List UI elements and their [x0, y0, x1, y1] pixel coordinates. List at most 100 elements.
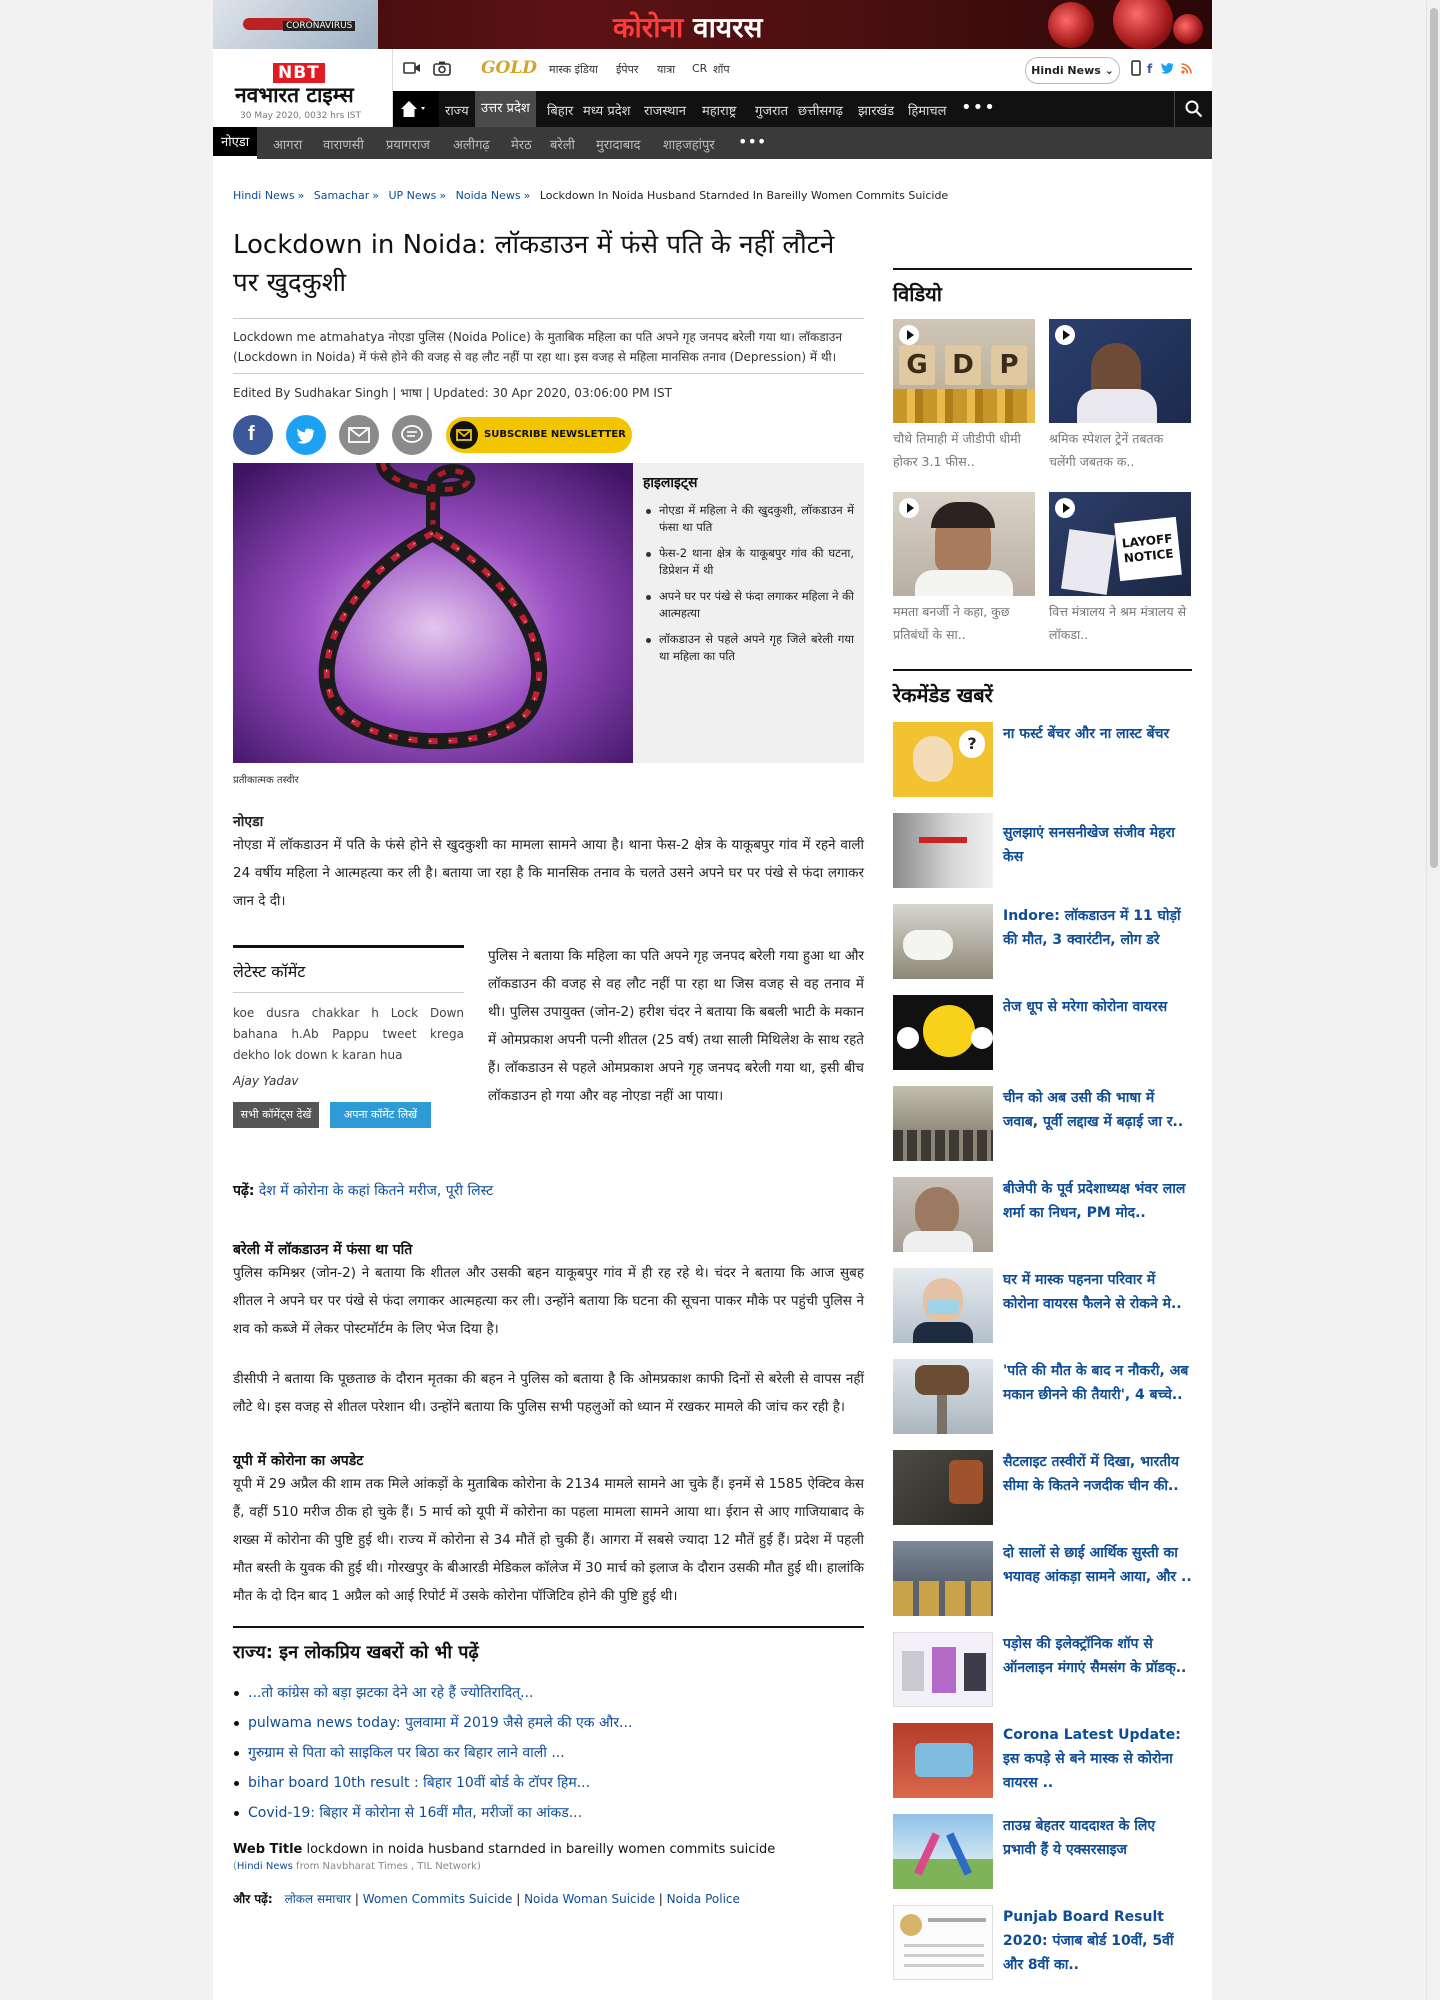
read-also-link[interactable]: देश में कोरोना के कहां कितने मरीज, पूरी …	[259, 1183, 493, 1199]
recommended-section-title: रेकमेंडेड खबरें	[893, 669, 1192, 708]
popular-news-link[interactable]: Covid-19: बिहार में कोरोना से 16वीं मौत,…	[248, 1805, 582, 1821]
video-card[interactable]: ममता बनर्जी ने कहा, कुछ प्रतिबंधों के सा…	[893, 492, 1035, 646]
recommended-item[interactable]: घर में मास्क पहनना परिवार में कोरोना वाय…	[893, 1268, 1192, 1359]
banner-title-white: वायरस	[693, 11, 763, 44]
nav-item-rajya[interactable]: राज्य	[445, 101, 469, 119]
language-dropdown[interactable]: Hindi News ⌄	[1025, 57, 1120, 84]
recommended-item[interactable]: चीन को अब उसी की भाषा में जवाब, पूर्वी ल…	[893, 1086, 1192, 1177]
top-link-yatra[interactable]: यात्रा	[657, 62, 675, 77]
twitter-share-button[interactable]	[286, 415, 326, 455]
virus-graphic	[1173, 14, 1203, 44]
video-card[interactable]: LAYOFF NOTICE वित्त मंत्रालय ने श्रम मंत…	[1049, 492, 1191, 646]
nav-item-uttar-pradesh[interactable]: उत्तर प्रदेश	[475, 91, 536, 127]
cartoon-face	[913, 736, 953, 782]
nav-item-gujarat[interactable]: गुजरात	[755, 101, 788, 119]
recommended-item[interactable]: Indore: लॉकडाउन में 11 घोड़ों की मौत, 3 …	[893, 904, 1192, 995]
subnav-item-moradabad[interactable]: मुरादाबाद	[596, 135, 640, 153]
popular-news-link[interactable]: pulwama news today: पुलवामा में 2019 जैस…	[248, 1715, 632, 1731]
nav-item-bihar[interactable]: बिहार	[547, 101, 573, 119]
recommended-item[interactable]: बीजेपी के पूर्व प्रदेशाध्यक्ष भंवर लाल श…	[893, 1177, 1192, 1268]
gdp-block: G	[899, 345, 935, 385]
email-share-button[interactable]	[339, 415, 379, 455]
gdp-block: P	[991, 345, 1027, 385]
subnav-item-shahjahanpur[interactable]: शाहजहांपुर	[663, 135, 715, 153]
rss-icon[interactable]	[1181, 63, 1192, 77]
top-link-cr[interactable]: CR	[692, 62, 707, 75]
search-button[interactable]	[1174, 91, 1212, 127]
article-hero-image[interactable]	[233, 463, 633, 763]
recommended-item[interactable]: सुलझाएं सनसनीखेज संजीव मेहरा केस	[893, 813, 1192, 904]
write-comment-button[interactable]: अपना कॉमेंट लिखें	[330, 1102, 431, 1128]
glove-left	[897, 1027, 919, 1049]
breadcrumb-link[interactable]: Samachar	[314, 189, 369, 202]
breadcrumb-link[interactable]: Noida News	[456, 189, 521, 202]
facebook-share-button[interactable]: f	[233, 415, 273, 455]
mobile-icon[interactable]	[1131, 60, 1141, 76]
view-all-comments-button[interactable]: सभी कॉमेंट्स देखें	[233, 1102, 319, 1128]
popular-news-link[interactable]: ...तो कांग्रेस को बड़ा झटका देने आ रहे ह…	[248, 1685, 533, 1701]
breadcrumb-link[interactable]: Hindi News	[233, 189, 295, 202]
recommended-item[interactable]: ? ना फर्स्ट बेंचर और ना लास्ट बेंचर	[893, 722, 1192, 813]
recommended-item[interactable]: सैटलाइट तस्वीरों में दिखा, भारतीय सीमा क…	[893, 1450, 1192, 1541]
recommended-item[interactable]: 'पति की मौत के बाद न नौकरी, अब मकान छीनन…	[893, 1359, 1192, 1450]
twitter-icon[interactable]	[1161, 62, 1174, 77]
facebook-icon[interactable]: f	[1147, 62, 1152, 76]
coins-graphic	[893, 389, 1035, 423]
video-icon[interactable]	[403, 60, 421, 76]
recommended-item[interactable]: पड़ोस की इलेक्ट्रॉनिक शॉप से ऑनलाइन मंगा…	[893, 1632, 1192, 1723]
tag-link[interactable]: Noida Woman Suicide	[524, 1892, 655, 1906]
subnav-more-button[interactable]: •••	[738, 132, 766, 151]
video-card[interactable]: श्रमिक स्पेशल ट्रेनें तबतक चलेंगी जबतक क…	[1049, 319, 1191, 473]
popular-news-link[interactable]: bihar board 10th result : बिहार 10वीं बो…	[248, 1775, 590, 1791]
top-link-epaper[interactable]: ईपेपर	[616, 62, 638, 77]
nav-item-chhattisgarh[interactable]: छत्तीसगढ़	[798, 101, 843, 119]
subnav-item-agra[interactable]: आगरा	[273, 135, 302, 153]
nav-item-himachal[interactable]: हिमाचल	[908, 101, 946, 119]
tag-link[interactable]: Noida Police	[667, 1892, 740, 1906]
subnav-item-varanasi[interactable]: वाराणसी	[323, 135, 364, 153]
nav-more-button[interactable]: •••	[961, 97, 996, 118]
top-link-shop[interactable]: शॉप	[713, 62, 730, 77]
top-link-mask-india[interactable]: मास्क इंडिया	[549, 62, 598, 77]
home-button[interactable]	[393, 91, 439, 127]
product-graphic	[932, 1647, 956, 1693]
banner-image: CORONAVIRUS	[213, 0, 378, 49]
corona-banner-ad[interactable]: CORONAVIRUS कोरोना वायरस	[213, 0, 1212, 49]
highlight-item: नोएडा में महिला ने की खुदकुशी, लॉकडाउन म…	[643, 502, 854, 536]
popular-news-link[interactable]: गुरुग्राम से पिता को साइकिल पर बिठा कर ब…	[248, 1745, 565, 1761]
web-source-text: from Navbharat Times , TIL Network)	[292, 1861, 481, 1872]
sidebar: विडियो G D P चौथे तिमाही में जीडीपी धीमी…	[893, 268, 1192, 1996]
recommended-item[interactable]: दो सालों से छाई आर्थिक सुस्ती का भयावह आ…	[893, 1541, 1192, 1632]
breadcrumb-link[interactable]: UP News	[389, 189, 437, 202]
nav-item-rajasthan[interactable]: राजस्थान	[644, 101, 686, 119]
recommended-item[interactable]: ताउम्र बेहतर याददाश्त के लिए प्रभावी हैं…	[893, 1814, 1192, 1905]
site-logo[interactable]: NBT नवभारत टाइम्स 30 May 2020, 0032 hrs …	[213, 49, 393, 127]
subnav-item-noida[interactable]: नोएडा	[213, 127, 258, 159]
camera-icon[interactable]	[433, 60, 451, 76]
dateline-place: नोएडा	[233, 814, 264, 830]
recommended-item[interactable]: Punjab Board Result 2020: पंजाब बोर्ड 10…	[893, 1905, 1192, 1996]
subscribe-newsletter-button[interactable]: SUBSCRIBE NEWSLETTER	[446, 417, 632, 453]
page-scrollbar[interactable]	[1426, 0, 1440, 2000]
nav-item-madhya-pradesh[interactable]: मध्य प्रदेश	[583, 101, 630, 119]
comment-share-button[interactable]	[392, 415, 432, 455]
subnav-item-meerut[interactable]: मेरठ	[511, 135, 532, 153]
scrollbar-thumb[interactable]	[1430, 8, 1438, 868]
video-thumbnail: G D P	[893, 319, 1035, 423]
tag-link[interactable]: लोकल समाचार	[285, 1892, 351, 1906]
nav-item-maharashtra[interactable]: महाराष्ट्र	[702, 101, 736, 119]
video-card[interactable]: G D P चौथे तिमाही में जीडीपी धीमी होकर 3…	[893, 319, 1035, 473]
gold-link[interactable]: GOLD	[481, 58, 537, 78]
recommended-item[interactable]: Corona Latest Update: इस कपड़े से बने मा…	[893, 1723, 1192, 1814]
nav-item-jharkhand[interactable]: झारखंड	[858, 101, 894, 119]
web-source-link[interactable]: Hindi News	[237, 1861, 293, 1872]
recommended-item[interactable]: तेज धूप से मरेगा कोरोना वायरस	[893, 995, 1192, 1086]
speaker-body	[915, 570, 1013, 596]
subnav-item-bareilly[interactable]: बरेली	[550, 135, 575, 153]
tag-link[interactable]: Women Commits Suicide	[363, 1892, 513, 1906]
facebook-icon: f	[248, 423, 255, 445]
banner-title-red: कोरोना	[613, 11, 684, 44]
subnav-item-prayagraj[interactable]: प्रयागराज	[386, 135, 430, 153]
comment-actions: सभी कॉमेंट्स देखें अपना कॉमेंट लिखें	[233, 1102, 464, 1130]
subnav-item-aligarh[interactable]: अलीगढ़	[453, 135, 490, 153]
